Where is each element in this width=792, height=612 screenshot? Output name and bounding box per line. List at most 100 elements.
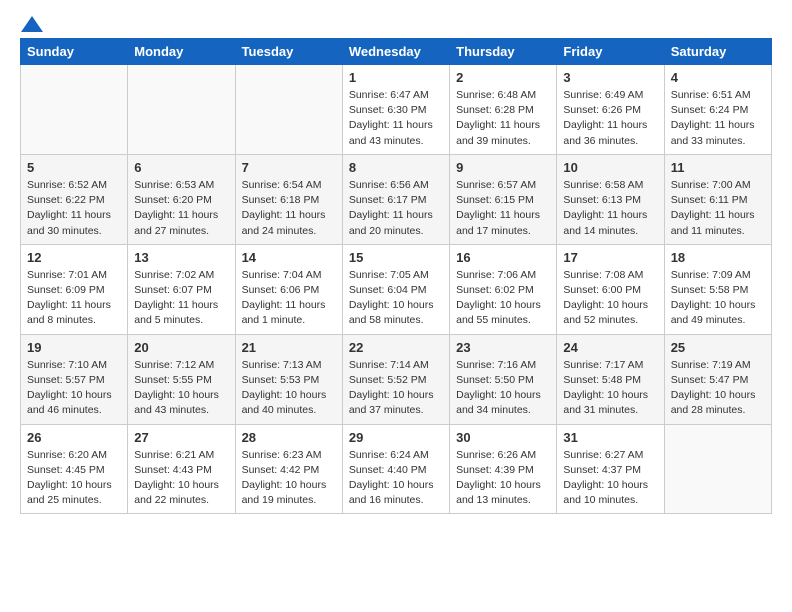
day-number: 28 — [242, 430, 336, 445]
day-info: Sunrise: 7:04 AM Sunset: 6:06 PM Dayligh… — [242, 268, 336, 329]
day-info: Sunrise: 6:24 AM Sunset: 4:40 PM Dayligh… — [349, 448, 443, 509]
logo-icon — [21, 16, 43, 32]
weekday-header-cell: Friday — [557, 39, 664, 65]
day-number: 21 — [242, 340, 336, 355]
calendar-day-cell: 24Sunrise: 7:17 AM Sunset: 5:48 PM Dayli… — [557, 334, 664, 424]
calendar-day-cell — [21, 65, 128, 155]
day-number: 27 — [134, 430, 228, 445]
calendar-day-cell: 11 Sunrise: 7:00 AM Sunset: 6:11 PM Dayli… — [664, 154, 771, 244]
day-info: Sunrise: 6:23 AM Sunset: 4:42 PM Dayligh… — [242, 448, 336, 509]
day-number: 18 — [671, 250, 765, 265]
day-info: Sunrise: 7:10 AM Sunset: 5:57 PM Dayligh… — [27, 358, 121, 419]
day-info: Sunrise: 6:26 AM Sunset: 4:39 PM Dayligh… — [456, 448, 550, 509]
weekday-header-cell: Wednesday — [342, 39, 449, 65]
logo — [20, 16, 44, 28]
day-info: Sunrise: 7:02 AM Sunset: 6:07 PM Dayligh… — [134, 268, 228, 329]
calendar-day-cell: 23 Sunrise: 7:16 AM Sunset: 5:50 PM Dayli… — [450, 334, 557, 424]
day-info: Sunrise: 6:48 AM Sunset: 6:28 PM Dayligh… — [456, 88, 550, 149]
day-info: Sunrise: 7:08 AM Sunset: 6:00 PM Dayligh… — [563, 268, 657, 329]
weekday-header-cell: Sunday — [21, 39, 128, 65]
day-info: Sunrise: 6:51 AM Sunset: 6:24 PM Dayligh… — [671, 88, 765, 149]
day-info: Sunrise: 6:27 AM Sunset: 4:37 PM Dayligh… — [563, 448, 657, 509]
calendar-day-cell: 4 Sunrise: 6:51 AM Sunset: 6:24 PM Daylig… — [664, 65, 771, 155]
weekday-header-row: SundayMondayTuesdayWednesdayThursdayFrid… — [21, 39, 772, 65]
day-info: Sunrise: 6:58 AM Sunset: 6:13 PM Dayligh… — [563, 178, 657, 239]
calendar-day-cell: 30 Sunrise: 6:26 AM Sunset: 4:39 PM Dayli… — [450, 424, 557, 514]
calendar-day-cell: 20Sunrise: 7:12 AM Sunset: 5:55 PM Dayli… — [128, 334, 235, 424]
day-info: Sunrise: 7:01 AM Sunset: 6:09 PM Dayligh… — [27, 268, 121, 329]
calendar-day-cell: 14 Sunrise: 7:04 AM Sunset: 6:06 PM Dayli… — [235, 244, 342, 334]
calendar-week-row: 12 Sunrise: 7:01 AM Sunset: 6:09 PM Dayli… — [21, 244, 772, 334]
day-info: Sunrise: 7:05 AM Sunset: 6:04 PM Dayligh… — [349, 268, 443, 329]
day-info: Sunrise: 7:17 AM Sunset: 5:48 PM Dayligh… — [563, 358, 657, 419]
day-number: 2 — [456, 70, 550, 85]
day-number: 30 — [456, 430, 550, 445]
day-info: Sunrise: 7:14 AM Sunset: 5:52 PM Dayligh… — [349, 358, 443, 419]
calendar-week-row: 1Sunrise: 6:47 AM Sunset: 6:30 PM Daylig… — [21, 65, 772, 155]
calendar-day-cell: 29 Sunrise: 6:24 AM Sunset: 4:40 PM Dayli… — [342, 424, 449, 514]
day-info: Sunrise: 6:21 AM Sunset: 4:43 PM Dayligh… — [134, 448, 228, 509]
calendar-week-row: 26Sunrise: 6:20 AM Sunset: 4:45 PM Dayli… — [21, 424, 772, 514]
calendar-body: 1Sunrise: 6:47 AM Sunset: 6:30 PM Daylig… — [21, 65, 772, 514]
calendar-day-cell: 12 Sunrise: 7:01 AM Sunset: 6:09 PM Dayli… — [21, 244, 128, 334]
day-number: 25 — [671, 340, 765, 355]
day-number: 16 — [456, 250, 550, 265]
day-info: Sunrise: 7:19 AM Sunset: 5:47 PM Dayligh… — [671, 358, 765, 419]
day-info: Sunrise: 7:09 AM Sunset: 5:58 PM Dayligh… — [671, 268, 765, 329]
day-number: 31 — [563, 430, 657, 445]
calendar-day-cell: 15Sunrise: 7:05 AM Sunset: 6:04 PM Dayli… — [342, 244, 449, 334]
day-info: Sunrise: 6:54 AM Sunset: 6:18 PM Dayligh… — [242, 178, 336, 239]
calendar-day-cell: 27 Sunrise: 6:21 AM Sunset: 4:43 PM Dayli… — [128, 424, 235, 514]
day-info: Sunrise: 6:53 AM Sunset: 6:20 PM Dayligh… — [134, 178, 228, 239]
day-info: Sunrise: 6:52 AM Sunset: 6:22 PM Dayligh… — [27, 178, 121, 239]
day-info: Sunrise: 7:16 AM Sunset: 5:50 PM Dayligh… — [456, 358, 550, 419]
weekday-header-cell: Saturday — [664, 39, 771, 65]
day-number: 23 — [456, 340, 550, 355]
day-number: 8 — [349, 160, 443, 175]
weekday-header-cell: Thursday — [450, 39, 557, 65]
day-number: 3 — [563, 70, 657, 85]
calendar-day-cell: 22 Sunrise: 7:14 AM Sunset: 5:52 PM Dayli… — [342, 334, 449, 424]
calendar-day-cell: 7 Sunrise: 6:54 AM Sunset: 6:18 PM Daylig… — [235, 154, 342, 244]
day-number: 1 — [349, 70, 443, 85]
day-number: 9 — [456, 160, 550, 175]
day-number: 14 — [242, 250, 336, 265]
calendar-day-cell — [235, 65, 342, 155]
calendar-week-row: 19Sunrise: 7:10 AM Sunset: 5:57 PM Dayli… — [21, 334, 772, 424]
day-number: 29 — [349, 430, 443, 445]
day-info: Sunrise: 6:57 AM Sunset: 6:15 PM Dayligh… — [456, 178, 550, 239]
day-number: 4 — [671, 70, 765, 85]
calendar-day-cell: 26Sunrise: 6:20 AM Sunset: 4:45 PM Dayli… — [21, 424, 128, 514]
page-header — [20, 16, 772, 28]
calendar-day-cell: 21 Sunrise: 7:13 AM Sunset: 5:53 PM Dayli… — [235, 334, 342, 424]
calendar-day-cell: 25 Sunrise: 7:19 AM Sunset: 5:47 PM Dayli… — [664, 334, 771, 424]
day-number: 17 — [563, 250, 657, 265]
calendar-day-cell — [664, 424, 771, 514]
weekday-header-cell: Tuesday — [235, 39, 342, 65]
calendar-table: SundayMondayTuesdayWednesdayThursdayFrid… — [20, 38, 772, 514]
calendar-day-cell — [128, 65, 235, 155]
day-info: Sunrise: 6:56 AM Sunset: 6:17 PM Dayligh… — [349, 178, 443, 239]
calendar-day-cell: 9 Sunrise: 6:57 AM Sunset: 6:15 PM Daylig… — [450, 154, 557, 244]
calendar-day-cell: 17 Sunrise: 7:08 AM Sunset: 6:00 PM Dayli… — [557, 244, 664, 334]
day-number: 13 — [134, 250, 228, 265]
day-number: 11 — [671, 160, 765, 175]
day-number: 7 — [242, 160, 336, 175]
day-number: 10 — [563, 160, 657, 175]
day-info: Sunrise: 6:20 AM Sunset: 4:45 PM Dayligh… — [27, 448, 121, 509]
calendar-day-cell: 18 Sunrise: 7:09 AM Sunset: 5:58 PM Dayli… — [664, 244, 771, 334]
day-number: 6 — [134, 160, 228, 175]
day-info: Sunrise: 7:06 AM Sunset: 6:02 PM Dayligh… — [456, 268, 550, 329]
page-container: SundayMondayTuesdayWednesdayThursdayFrid… — [0, 0, 792, 530]
day-number: 22 — [349, 340, 443, 355]
calendar-day-cell: 8 Sunrise: 6:56 AM Sunset: 6:17 PM Daylig… — [342, 154, 449, 244]
day-info: Sunrise: 6:49 AM Sunset: 6:26 PM Dayligh… — [563, 88, 657, 149]
calendar-day-cell: 13 Sunrise: 7:02 AM Sunset: 6:07 PM Dayli… — [128, 244, 235, 334]
day-number: 20 — [134, 340, 228, 355]
calendar-day-cell: 19Sunrise: 7:10 AM Sunset: 5:57 PM Dayli… — [21, 334, 128, 424]
day-info: Sunrise: 7:00 AM Sunset: 6:11 PM Dayligh… — [671, 178, 765, 239]
day-number: 12 — [27, 250, 121, 265]
calendar-day-cell: 16 Sunrise: 7:06 AM Sunset: 6:02 PM Dayli… — [450, 244, 557, 334]
day-info: Sunrise: 7:13 AM Sunset: 5:53 PM Dayligh… — [242, 358, 336, 419]
calendar-day-cell: 10 Sunrise: 6:58 AM Sunset: 6:13 PM Dayli… — [557, 154, 664, 244]
